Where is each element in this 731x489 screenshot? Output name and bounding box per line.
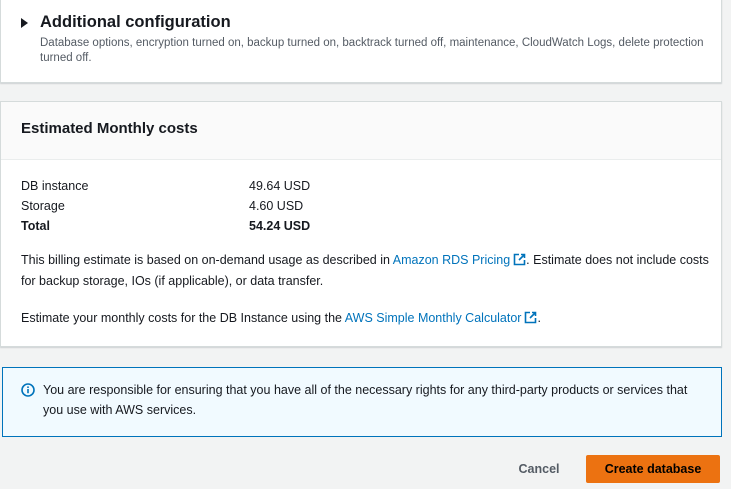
estimated-costs-panel: Estimated Monthly costs DB instance 49.6… bbox=[0, 101, 722, 347]
estimated-costs-header: Estimated Monthly costs bbox=[1, 102, 721, 160]
billing-note-prefix: This billing estimate is based on on-dem… bbox=[21, 253, 393, 267]
additional-configuration-panel: Additional configuration Database option… bbox=[0, 0, 722, 83]
external-link-icon bbox=[525, 311, 537, 324]
create-database-button[interactable]: Create database bbox=[586, 455, 720, 483]
billing-estimate-note: This billing estimate is based on on-dem… bbox=[21, 250, 711, 292]
amazon-rds-pricing-link[interactable]: Amazon RDS Pricing bbox=[393, 253, 526, 267]
cost-label: DB instance bbox=[21, 179, 89, 193]
amazon-rds-pricing-link-text: Amazon RDS Pricing bbox=[392, 253, 511, 267]
calculator-note-prefix: Estimate your monthly costs for the DB I… bbox=[21, 311, 345, 325]
info-alert: You are responsible for ensuring that yo… bbox=[2, 367, 722, 437]
external-link-icon bbox=[513, 253, 526, 266]
additional-configuration-description: Database options, encryption turned on, … bbox=[40, 37, 704, 64]
additional-configuration-title: Additional configuration bbox=[40, 13, 231, 31]
aws-calculator-link-text: AWS Simple Monthly Calculator bbox=[344, 311, 522, 325]
aws-simple-monthly-calculator-link[interactable]: AWS Simple Monthly Calculator bbox=[345, 311, 538, 325]
caret-right-icon bbox=[21, 17, 28, 28]
cost-row-db-instance: DB instance 49.64 USD bbox=[21, 176, 310, 196]
calculator-note: Estimate your monthly costs for the DB I… bbox=[21, 308, 711, 329]
cost-value: 4.60 USD bbox=[249, 199, 304, 213]
cancel-button[interactable]: Cancel bbox=[506, 455, 572, 483]
cost-label: Total bbox=[21, 219, 50, 233]
additional-configuration-toggle[interactable]: Additional configuration bbox=[21, 13, 231, 32]
cost-value: 54.24 USD bbox=[249, 219, 311, 233]
info-alert-text: You are responsible for ensuring that yo… bbox=[43, 383, 688, 417]
cost-value: 49.64 USD bbox=[249, 179, 311, 193]
calculator-note-suffix: . bbox=[537, 311, 541, 325]
cost-table: DB instance 49.64 USD Storage 4.60 USD T… bbox=[21, 176, 310, 236]
cost-label: Storage bbox=[21, 199, 65, 213]
estimated-costs-title: Estimated Monthly costs bbox=[21, 120, 198, 137]
info-icon bbox=[21, 383, 35, 397]
cost-row-storage: Storage 4.60 USD bbox=[21, 196, 310, 216]
cost-row-total: Total 54.24 USD bbox=[21, 216, 310, 236]
